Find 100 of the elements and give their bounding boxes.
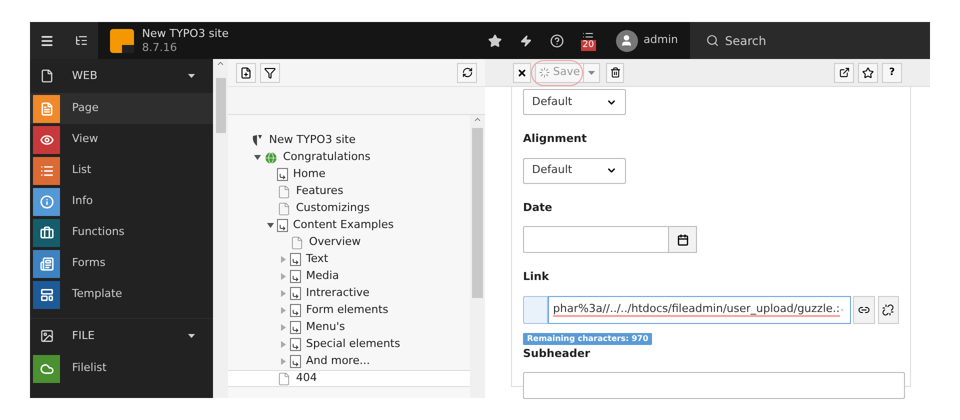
tree-item-label: Features — [296, 183, 344, 200]
page-shortcut-icon — [290, 304, 301, 317]
page-icon — [277, 184, 291, 198]
help-icon[interactable] — [550, 34, 564, 48]
menu-icon[interactable] — [40, 34, 54, 48]
new-page-button[interactable] — [236, 62, 256, 82]
tree-item[interactable]: 404 — [228, 370, 470, 387]
module-item[interactable]: List — [30, 155, 213, 186]
caret-icon — [588, 70, 596, 74]
field-label: Subheader — [523, 346, 592, 362]
tree-item[interactable]: Features — [228, 183, 470, 200]
tree-item-label: And more... — [306, 353, 370, 370]
refresh-button[interactable] — [457, 62, 477, 82]
tree-item[interactable]: Text — [228, 251, 470, 268]
tree-item[interactable]: Overview — [228, 234, 470, 251]
remaining-characters-badge: Remaining characters: 970 — [523, 332, 652, 344]
scrollbar[interactable] — [213, 59, 228, 398]
search-bar[interactable]: Search — [690, 22, 930, 59]
delete-button[interactable] — [606, 62, 624, 82]
module-item[interactable]: Template — [30, 279, 213, 310]
page-icon — [277, 372, 291, 386]
tree-item[interactable]: And more... — [228, 353, 470, 370]
tree-item[interactable]: Media — [228, 268, 470, 285]
help-button[interactable]: ? — [882, 62, 902, 82]
expanded-triangle-icon[interactable] — [266, 223, 274, 228]
page-shortcut-icon — [277, 168, 288, 181]
module-item[interactable]: Info — [30, 186, 213, 217]
new-page-icon — [240, 66, 252, 78]
close-icon — [517, 68, 527, 78]
unlink-icon — [882, 304, 894, 316]
select-field[interactable]: Default — [523, 158, 626, 184]
page-shortcut-icon — [277, 219, 288, 232]
document-icon — [40, 69, 54, 83]
page-shortcut-icon — [290, 321, 301, 334]
link-browser-button[interactable] — [853, 296, 875, 324]
save-dropdown-button[interactable] — [584, 62, 600, 82]
avatar[interactable] — [616, 30, 638, 52]
filter-button[interactable] — [260, 62, 280, 82]
module-item[interactable]: Forms — [30, 248, 213, 279]
tree-item[interactable]: Content Examples — [228, 217, 470, 234]
tree-item-label: New TYPO3 site — [269, 132, 356, 148]
tree-item[interactable]: Special elements — [228, 336, 470, 353]
scroll-up-icon[interactable] — [216, 59, 225, 68]
tree-item[interactable]: Form elements — [228, 302, 470, 319]
expanded-triangle-icon[interactable] — [254, 155, 260, 160]
star-icon — [862, 66, 874, 78]
tree-item-label: Content Examples — [293, 217, 394, 234]
link-value: phar%3a//../../htdocs/fileadmin/user_upload/guzzle.: — [553, 302, 840, 317]
scrollbar-thumb[interactable] — [472, 128, 483, 298]
module-item[interactable]: View — [30, 124, 213, 155]
tree-item[interactable]: Customizings — [228, 200, 470, 217]
tree-item-label: Media — [306, 268, 340, 284]
module-item[interactable]: Filelist — [30, 353, 213, 384]
page-shortcut-icon — [290, 287, 301, 300]
module-item[interactable]: Functions — [30, 217, 213, 248]
tree-item-label: Special elements — [306, 336, 400, 352]
bookmark-star-icon[interactable] — [488, 34, 502, 48]
tree-item[interactable]: Home — [228, 166, 470, 183]
page-shortcut-icon — [290, 253, 301, 266]
username[interactable]: admin — [644, 32, 678, 49]
tree-scrollbar[interactable] — [470, 115, 485, 398]
external-link-icon — [838, 67, 850, 78]
image-icon — [40, 329, 54, 343]
tree-item-label: Congratulations — [283, 149, 371, 166]
search-icon — [706, 34, 719, 47]
field-label: Date — [523, 200, 554, 216]
select-field[interactable]: Default — [523, 89, 626, 115]
field-label: Alignment — [523, 131, 588, 147]
tree-item[interactable]: Congratulations — [228, 149, 470, 166]
version-text: 8.7.16 — [142, 40, 178, 54]
tree-item-label: Intreractive — [306, 285, 370, 302]
tree-item[interactable]: New TYPO3 site — [228, 132, 470, 149]
flash-icon[interactable] — [520, 34, 532, 46]
page-icon — [290, 236, 304, 250]
calendar-button[interactable] — [669, 226, 697, 253]
link-input[interactable]: phar%3a//../../htdocs/fileadmin/user_upload/guzzle.: — [548, 296, 852, 324]
open-in-new-window-button[interactable] — [834, 62, 854, 82]
module-item[interactable]: Page — [30, 93, 213, 124]
scroll-up-icon[interactable] — [473, 115, 482, 124]
filter-icon — [264, 66, 276, 78]
tree-item-label: 404 — [296, 370, 317, 386]
notification-badge: 20 — [580, 40, 596, 50]
globe-icon — [264, 150, 278, 164]
tree-item[interactable]: Intreractive — [228, 285, 470, 302]
field-label: Link — [523, 269, 550, 285]
tree-item-label: Overview — [309, 234, 361, 250]
refresh-icon — [462, 67, 472, 78]
bookmark-button[interactable] — [858, 62, 878, 82]
calendar-icon — [676, 234, 688, 246]
close-button[interactable] — [513, 62, 531, 82]
unlink-button[interactable] — [878, 296, 899, 324]
scrollbar-thumb[interactable] — [216, 78, 226, 133]
date-input[interactable] — [523, 226, 669, 253]
list-icon[interactable] — [74, 34, 88, 47]
module-group-header[interactable]: WEB — [30, 59, 213, 93]
tree-item[interactable]: Menu's — [228, 319, 470, 336]
module-group-header[interactable]: FILE — [30, 319, 213, 353]
text-input[interactable] — [523, 372, 905, 399]
site-title: New TYPO3 site — [142, 26, 229, 40]
link-addon — [523, 296, 548, 324]
